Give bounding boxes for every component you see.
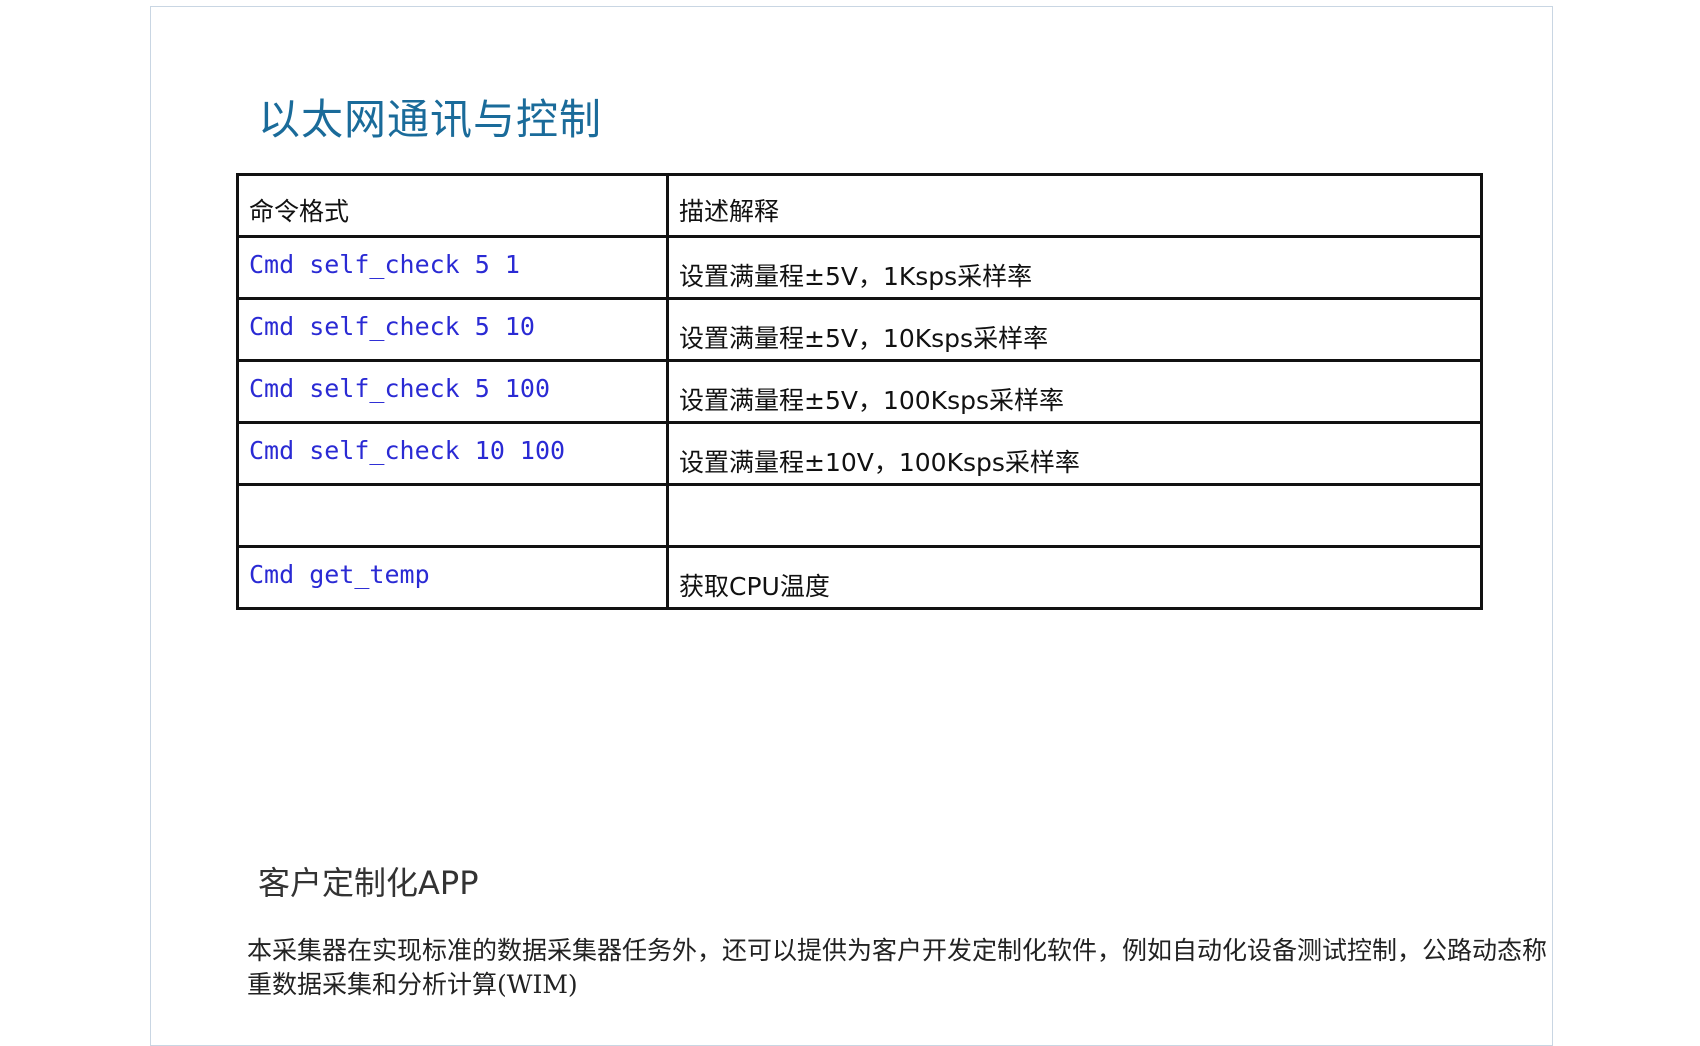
table-row: Cmd self_check 5 10 设置满量程±5V，10Ksps采样率 [236, 297, 1483, 362]
description-cell: 设置满量程±5V，100Ksps采样率 [666, 359, 1483, 424]
section-title: 客户定制化APP [258, 864, 479, 902]
description-text: 设置满量程±10V，100Ksps采样率 [679, 448, 1080, 477]
description-cell: 设置满量程±5V，10Ksps采样率 [666, 297, 1483, 362]
description-cell: 设置满量程±10V，100Ksps采样率 [666, 421, 1483, 486]
table-header-row: 命令格式 描述解释 [236, 173, 1483, 238]
description-text: 获取CPU温度 [679, 572, 830, 601]
command-cell: Cmd get_temp [236, 545, 669, 610]
header-label: 描述解释 [679, 197, 780, 226]
command-text: Cmd get_temp [249, 560, 430, 589]
command-cell: Cmd self_check 5 10 [236, 297, 669, 362]
description-text: 设置满量程±5V，100Ksps采样率 [679, 386, 1064, 415]
description-text [679, 486, 1470, 505]
header-cell-command: 命令格式 [236, 173, 669, 238]
table-row: Cmd self_check 5 1 设置满量程±5V，1Ksps采样率 [236, 235, 1483, 300]
description-cell: 设置满量程±5V，1Ksps采样率 [666, 235, 1483, 300]
command-text: Cmd self_check 5 10 [249, 312, 535, 341]
page-title: 以太网通讯与控制 [258, 95, 603, 144]
header-label: 命令格式 [249, 197, 350, 226]
command-table: 命令格式 描述解释 Cmd self_check 5 1 设置满量程±5V，1K… [236, 173, 1483, 610]
table-row: Cmd get_temp 获取CPU温度 [236, 545, 1483, 610]
table-row: Cmd self_check 5 100 设置满量程±5V，100Ksps采样率 [236, 359, 1483, 424]
table-row-empty [236, 483, 1483, 548]
command-cell [236, 483, 669, 548]
command-text: Cmd self_check 5 1 [249, 250, 520, 279]
command-text: Cmd self_check 5 100 [249, 374, 551, 403]
command-cell: Cmd self_check 5 1 [236, 235, 669, 300]
command-cell: Cmd self_check 10 100 [236, 421, 669, 486]
description-text: 设置满量程±5V，10Ksps采样率 [679, 324, 1049, 353]
description-text: 设置满量程±5V，1Ksps采样率 [679, 262, 1033, 291]
section-paragraph: 本采集器在实现标准的数据采集器任务外，还可以提供为客户开发定制化软件，例如自动化… [247, 936, 1548, 999]
command-text: Cmd self_check 10 100 [249, 436, 566, 465]
command-text [249, 486, 656, 498]
description-cell [666, 483, 1483, 548]
header-cell-description: 描述解释 [666, 173, 1483, 238]
table-row: Cmd self_check 10 100 设置满量程±10V，100Ksps采… [236, 421, 1483, 486]
command-cell: Cmd self_check 5 100 [236, 359, 669, 424]
description-cell: 获取CPU温度 [666, 545, 1483, 610]
